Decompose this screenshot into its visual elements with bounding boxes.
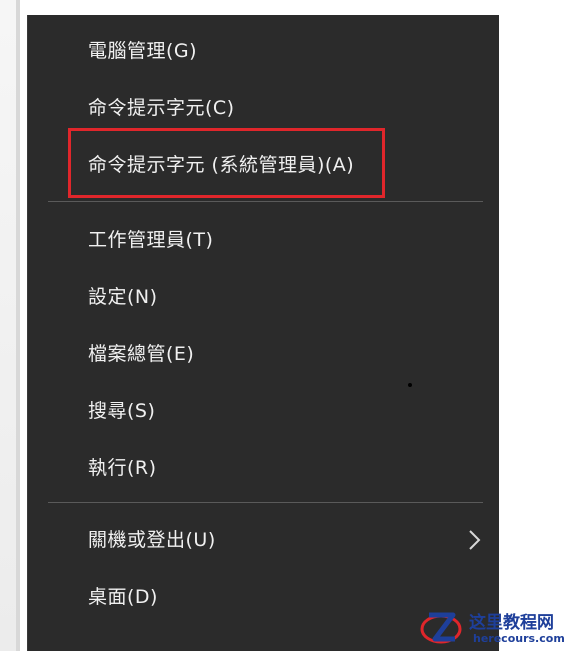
menu-item-label: 設定(N) xyxy=(88,286,158,308)
cursor-dot xyxy=(408,383,412,387)
site-watermark: 这里教程网 herecours.com xyxy=(415,602,565,651)
menu-item-label: 搜尋(S) xyxy=(88,400,156,422)
menu-item-run[interactable]: 執行(R) xyxy=(28,444,500,492)
menu-item-label: 電腦管理(G) xyxy=(88,40,198,62)
menu-item-label: 桌面(D) xyxy=(88,586,158,608)
menu-item-file-explorer[interactable]: 檔案總管(E) xyxy=(28,330,500,378)
menu-item-command-prompt[interactable]: 命令提示字元(C) xyxy=(28,84,500,132)
menu-separator xyxy=(48,502,483,503)
chevron-right-icon xyxy=(469,530,481,550)
menu-separator xyxy=(48,201,483,202)
watermark-url: herecours.com xyxy=(473,632,565,645)
menu-item-label: 檔案總管(E) xyxy=(88,343,195,365)
menu-item-label: 命令提示字元 (系統管理員)(A) xyxy=(88,154,355,176)
menu-item-search[interactable]: 搜尋(S) xyxy=(28,387,500,435)
menu-item-shutdown-signout[interactable]: 關機或登出(U) xyxy=(28,516,500,564)
menu-item-label: 關機或登出(U) xyxy=(88,529,216,551)
site-logo-icon xyxy=(420,612,462,644)
menu-item-command-prompt-admin[interactable]: 命令提示字元 (系統管理員)(A) xyxy=(28,141,500,189)
winx-context-menu: 電腦管理(G) 命令提示字元(C) 命令提示字元 (系統管理員)(A) 工作管理… xyxy=(27,15,499,651)
watermark-title: 这里教程网 xyxy=(469,613,554,633)
menu-item-label: 工作管理員(T) xyxy=(88,229,214,251)
desktop-edge xyxy=(0,0,20,651)
menu-item-label: 執行(R) xyxy=(88,457,157,479)
menu-item-label: 命令提示字元(C) xyxy=(88,97,235,119)
menu-item-computer-management[interactable]: 電腦管理(G) xyxy=(28,27,500,75)
menu-item-task-manager[interactable]: 工作管理員(T) xyxy=(28,216,500,264)
menu-item-settings[interactable]: 設定(N) xyxy=(28,273,500,321)
